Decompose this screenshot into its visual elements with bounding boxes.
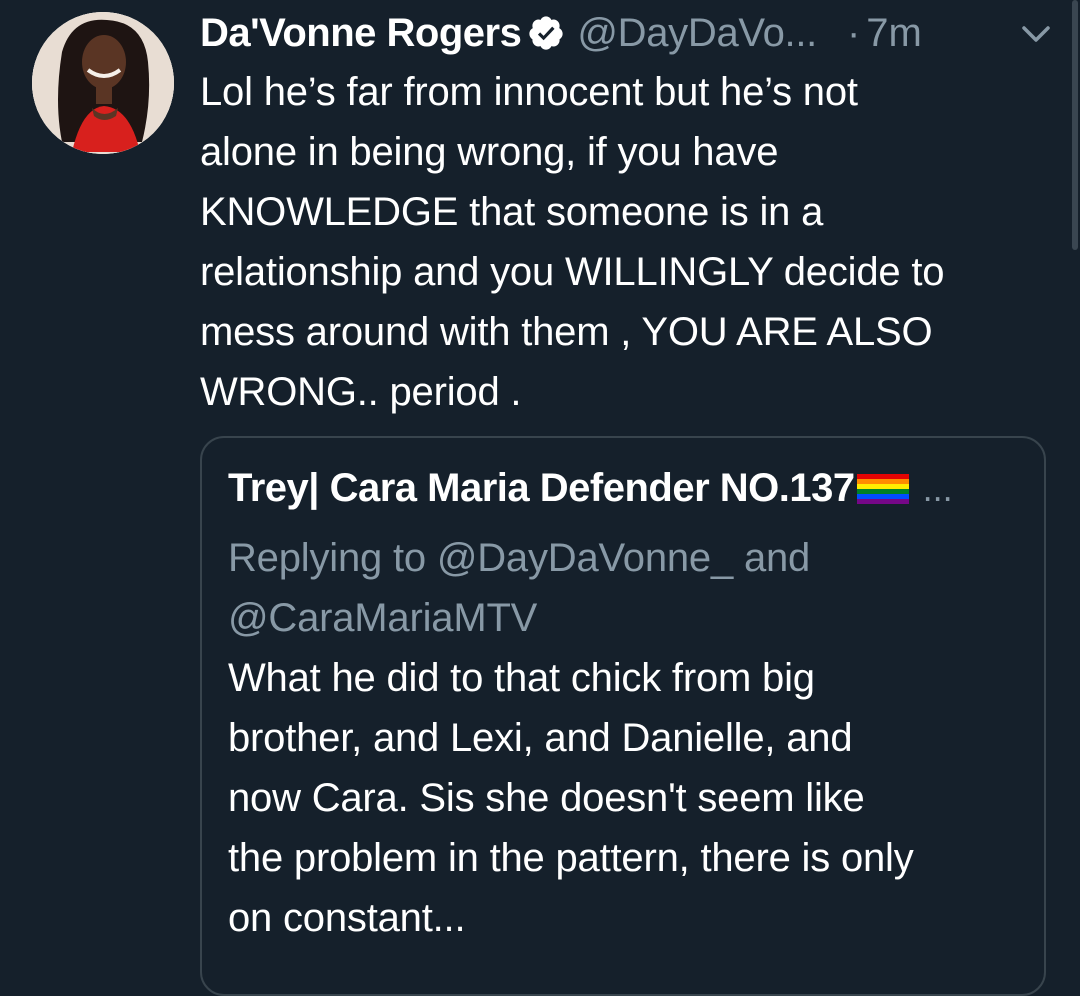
scrollbar[interactable]: [1072, 0, 1078, 250]
verified-badge-icon: [527, 14, 565, 52]
quoted-tweet-card[interactable]: Trey| Cara Maria Defender NO.137 ... Rep…: [200, 436, 1046, 996]
rainbow-flag-icon: [856, 472, 909, 506]
avatar-photo: [32, 12, 174, 154]
quoted-name-ellipsis: ...: [922, 467, 953, 509]
author-handle[interactable]: @DayDaVo...: [577, 11, 817, 56]
quoted-author-name[interactable]: Trey| Cara Maria Defender NO.137: [228, 466, 855, 511]
quoted-tweet-header: Trey| Cara Maria Defender NO.137 ...: [228, 466, 953, 511]
tweet-timestamp[interactable]: 7m: [866, 11, 922, 56]
tweet-body: Lol he’s far from innocent but he’s not …: [200, 70, 945, 414]
replying-to-label: Replying to: [228, 536, 437, 580]
separator-dot: ·: [846, 10, 861, 55]
quoted-tweet-body: What he did to that chick from big broth…: [228, 656, 914, 940]
reply-mention-2[interactable]: @CaraMariaMTV: [228, 596, 537, 640]
replying-to-line: Replying to @DayDaVonne_ and @CaraMariaM…: [228, 528, 1028, 648]
author-name[interactable]: Da'Vonne Rogers: [200, 11, 522, 56]
avatar[interactable]: [32, 12, 174, 154]
reply-mention-1[interactable]: @DayDaVonne_: [437, 536, 733, 580]
replying-to-and: and: [733, 536, 811, 580]
chevron-down-icon[interactable]: [1020, 22, 1052, 46]
tweet-header: Da'Vonne Rogers @DayDaVo... · 7m: [200, 6, 922, 60]
